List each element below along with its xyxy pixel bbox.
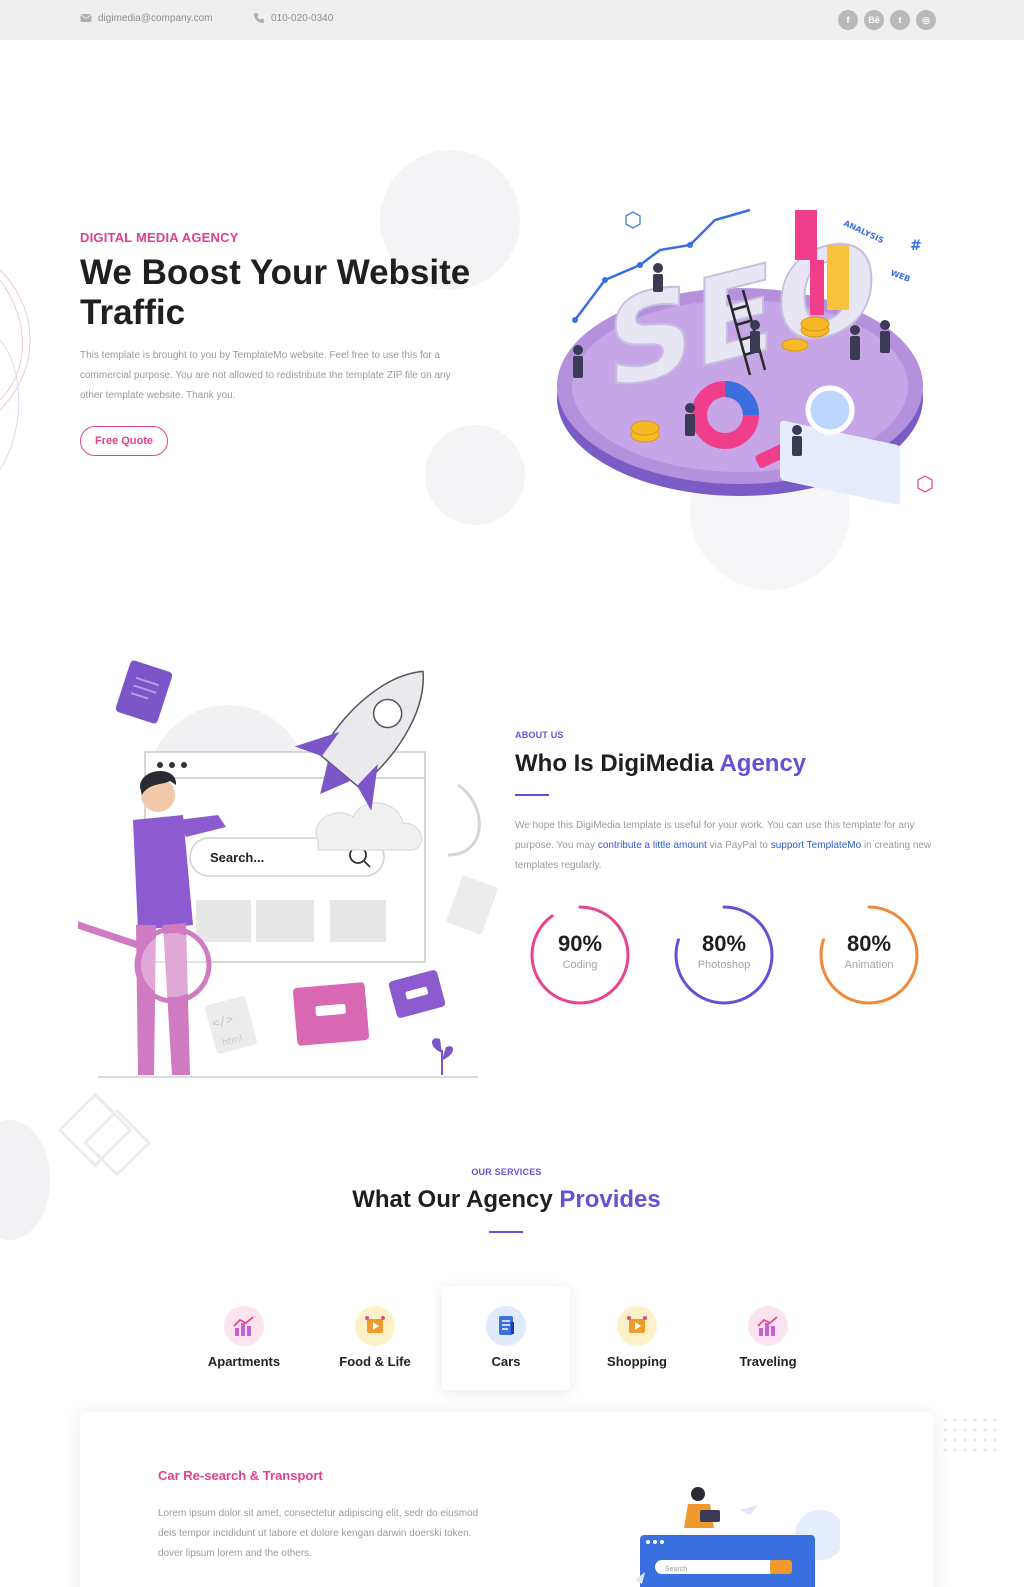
bg-circle <box>0 1120 50 1240</box>
hero-title: We Boost Your Website Traffic <box>80 253 500 333</box>
tab-cars[interactable]: Cars <box>442 1286 570 1390</box>
seo-illustration: SEO ANALYSIS WEB # <box>557 208 933 505</box>
bg-wave-lines <box>0 269 31 471</box>
bg-circle <box>425 425 525 525</box>
hero-title-line-1: We Boost Your Website <box>80 253 471 292</box>
about-text-2: via PayPal to <box>709 840 768 851</box>
skill-gauge-animation: 80% Animation <box>817 903 921 1007</box>
service-content-card: Car Re-search & Transport Lorem ipsum do… <box>80 1412 933 1587</box>
skill-label: Photoshop <box>697 959 751 971</box>
about-eyebrow: ABOUT US <box>515 730 564 740</box>
social-links: f Bē t ◎ <box>838 10 936 30</box>
chart-bars-icon <box>748 1306 788 1346</box>
illustration-search-text: Search... <box>210 850 264 865</box>
tab-shopping[interactable]: Shopping <box>573 1286 701 1390</box>
about-title-accent: Agency <box>719 750 807 777</box>
skill-gauge-photoshop: 80% Photoshop <box>672 903 776 1007</box>
skill-gauge-coding: 90% Coding <box>528 903 632 1007</box>
support-templatemo-link[interactable]: support TemplateMo <box>771 840 861 851</box>
contact-email-text[interactable]: digimedia@company.com <box>98 13 212 24</box>
services-divider <box>489 1231 523 1233</box>
about-title: Who Is DigiMedia Agency <box>515 750 806 778</box>
services-eyebrow: OUR SERVICES <box>471 1167 542 1177</box>
media-play-icon <box>617 1306 657 1346</box>
services-title-accent: Provides <box>559 1186 661 1213</box>
free-quote-button[interactable]: Free Quote <box>80 426 168 456</box>
web-tag: WEB <box>889 268 911 283</box>
services-title-plain: What Our Agency <box>352 1186 553 1213</box>
about-title-plain: Who Is DigiMedia <box>515 750 714 777</box>
envelope-icon <box>80 14 92 22</box>
illustration-search-text: Search <box>665 1566 687 1573</box>
skill-value: 80% <box>846 931 892 956</box>
bg-dot-grid <box>943 1418 997 1452</box>
twitter-icon[interactable]: t <box>890 10 910 30</box>
services-title: What Our Agency Provides <box>0 1186 1013 1214</box>
service-card-title: Car Re-search & Transport <box>158 1468 323 1483</box>
tab-label: Traveling <box>739 1354 797 1369</box>
tab-label: Apartments <box>207 1354 281 1369</box>
tab-label: Cars <box>491 1354 521 1369</box>
tab-apartments[interactable]: Apartments <box>180 1286 308 1390</box>
about-illustration: Search... </> html <box>78 660 498 1078</box>
hero-eyebrow: DIGITAL MEDIA AGENCY <box>80 230 239 245</box>
hash-tag: # <box>910 238 922 254</box>
facebook-icon[interactable]: f <box>838 10 858 30</box>
tab-food-life[interactable]: Food & Life <box>311 1286 439 1390</box>
skill-label: Animation <box>844 959 894 971</box>
tab-label: Food & Life <box>339 1354 411 1369</box>
service-card-text: Lorem ipsum dolor sit amet, consectetur … <box>158 1508 479 1559</box>
hero-description: This template is brought to you by Templ… <box>80 350 451 401</box>
skill-value: 80% <box>701 931 747 956</box>
contact-phone[interactable]: 010-020-0340 <box>253 12 333 24</box>
behance-icon[interactable]: Bē <box>864 10 884 30</box>
about-divider <box>515 794 549 796</box>
tab-label: Shopping <box>607 1354 667 1369</box>
tab-traveling[interactable]: Traveling <box>704 1286 832 1390</box>
phone-icon <box>254 13 264 23</box>
contact-email[interactable]: digimedia@company.com <box>80 12 212 24</box>
contribute-link[interactable]: contribute a little amount <box>598 840 707 851</box>
contact-phone-text[interactable]: 010-020-0340 <box>271 13 333 24</box>
chart-bars-icon <box>224 1306 264 1346</box>
skill-value: 90% <box>557 931 603 956</box>
media-play-icon <box>355 1306 395 1346</box>
document-icon <box>486 1306 526 1346</box>
skill-label: Coding <box>562 959 598 971</box>
top-bar: digimedia@company.com 010-020-0340 f Bē … <box>0 0 1024 40</box>
about-description: We hope this DigiMedia template is usefu… <box>515 816 935 876</box>
service-card-illustration: Search <box>635 1487 840 1587</box>
dribbble-icon[interactable]: ◎ <box>916 10 936 30</box>
hero-title-line-2: Traffic <box>80 293 186 332</box>
